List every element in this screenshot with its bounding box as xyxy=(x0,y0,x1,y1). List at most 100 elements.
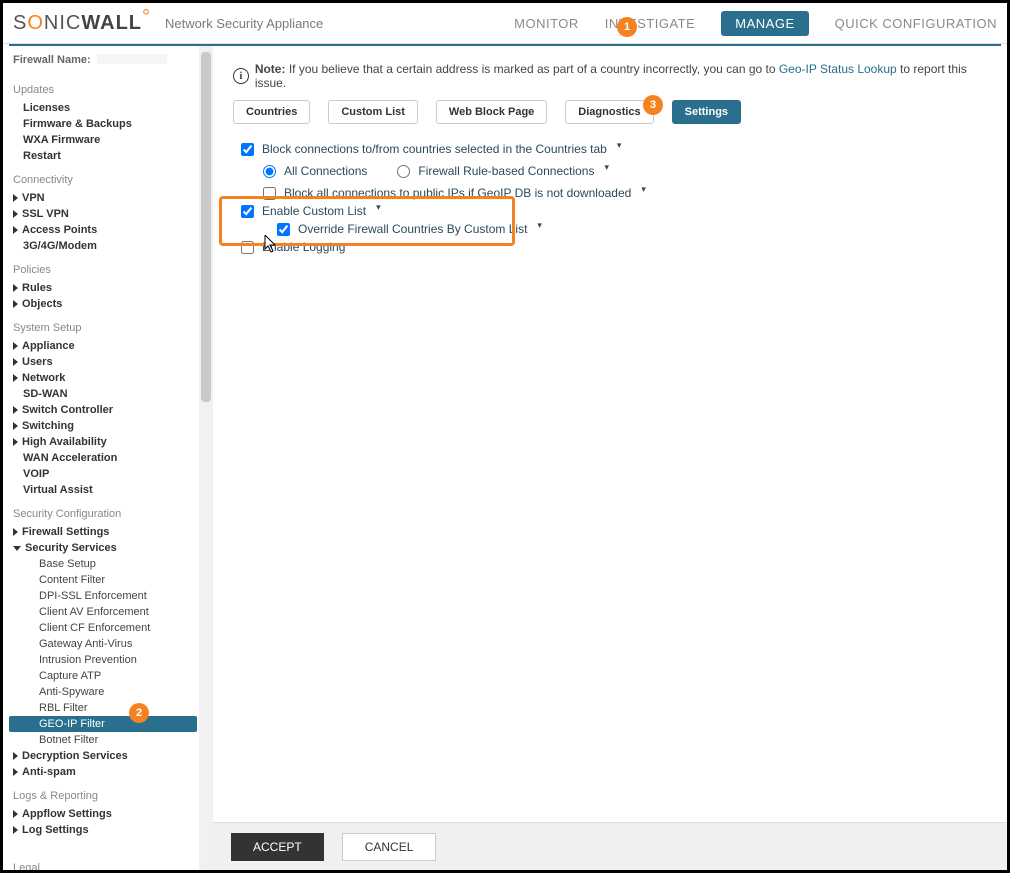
group-policies: Policies xyxy=(9,254,199,280)
tab-custom-list[interactable]: Custom List xyxy=(328,100,418,124)
chk-block-connections[interactable] xyxy=(241,143,254,156)
footer-bar: ACCEPT CANCEL xyxy=(213,822,1007,871)
chevron-right-icon xyxy=(13,210,18,218)
chevron-right-icon xyxy=(13,810,18,818)
radio-rule-based-row: Firewall Rule-based Connections▾ xyxy=(397,164,609,178)
tab-web-block-page[interactable]: Web Block Page xyxy=(436,100,547,124)
sidebar-appliance[interactable]: Appliance xyxy=(9,338,199,354)
sidebar-appflow-settings[interactable]: Appflow Settings xyxy=(9,806,199,822)
chk-block-all-public[interactable] xyxy=(263,187,276,200)
sidebar-objects[interactable]: Objects xyxy=(9,296,199,312)
sidebar-wan-acceleration[interactable]: WAN Acceleration xyxy=(9,450,199,466)
chevron-right-icon xyxy=(13,826,18,834)
subitem-intrusion-prevention[interactable]: Intrusion Prevention xyxy=(9,652,199,668)
annotation-badge-3: 3 xyxy=(643,95,663,115)
cancel-button[interactable]: CANCEL xyxy=(342,833,437,861)
accept-button[interactable]: ACCEPT xyxy=(231,833,324,861)
top-bar: SONICWALL° Network Security Appliance MO… xyxy=(3,3,1007,44)
sidebar-vpn[interactable]: VPN xyxy=(9,190,199,206)
group-security-config: Security Configuration xyxy=(9,498,199,524)
main-content: i Note: If you believe that a certain ad… xyxy=(213,46,1007,871)
opt-override-countries: Override Firewall Countries By Custom Li… xyxy=(277,222,991,236)
chevron-right-icon xyxy=(13,374,18,382)
chevron-right-icon xyxy=(13,284,18,292)
sidebar-anti-spam[interactable]: Anti-spam xyxy=(9,764,199,780)
sidebar-firewall-settings[interactable]: Firewall Settings xyxy=(9,524,199,540)
radio-rule-based[interactable] xyxy=(397,165,410,178)
group-connectivity: Connectivity xyxy=(9,164,199,190)
sidebar-wxa-firmware[interactable]: WXA Firmware xyxy=(9,132,199,148)
chevron-right-icon xyxy=(13,226,18,234)
sidebar-virtual-assist[interactable]: Virtual Assist xyxy=(9,482,199,498)
annotation-badge-2: 2 xyxy=(129,703,149,723)
subitem-anti-spyware[interactable]: Anti-Spyware xyxy=(9,684,199,700)
geo-ip-status-lookup-link[interactable]: Geo-IP Status Lookup xyxy=(779,62,897,76)
chevron-right-icon xyxy=(13,358,18,366)
tab-settings[interactable]: Settings xyxy=(672,100,741,124)
chevron-right-icon xyxy=(13,422,18,430)
sidebar-restart[interactable]: Restart xyxy=(9,148,199,164)
sidebar-network[interactable]: Network xyxy=(9,370,199,386)
chevron-right-icon xyxy=(13,342,18,350)
sidebar-sdwan[interactable]: SD-WAN xyxy=(9,386,199,402)
annotation-badge-1: 1 xyxy=(617,17,637,37)
logo: SONICWALL° xyxy=(13,12,151,35)
nav-manage[interactable]: MANAGE xyxy=(721,11,808,36)
subitem-client-av[interactable]: Client AV Enforcement xyxy=(9,604,199,620)
chevron-right-icon xyxy=(13,768,18,776)
subitem-capture-atp[interactable]: Capture ATP xyxy=(9,668,199,684)
subitem-client-cf[interactable]: Client CF Enforcement xyxy=(9,620,199,636)
sidebar-switching[interactable]: Switching xyxy=(9,418,199,434)
sidebar: Firewall Name: Updates Licenses Firmware… xyxy=(3,46,199,871)
sidebar-ssl-vpn[interactable]: SSL VPN xyxy=(9,206,199,222)
chevron-right-icon xyxy=(13,752,18,760)
chevron-right-icon xyxy=(13,438,18,446)
subitem-dpi-ssl[interactable]: DPI-SSL Enforcement xyxy=(9,588,199,604)
firewall-name: Firewall Name: xyxy=(9,52,199,74)
chevron-right-icon xyxy=(13,194,18,202)
scrollbar-thumb[interactable] xyxy=(201,52,211,402)
sidebar-scrollbar[interactable] xyxy=(199,46,213,871)
opt-block-connections: Block connections to/from countries sele… xyxy=(241,142,991,156)
sidebar-voip[interactable]: VOIP xyxy=(9,466,199,482)
appliance-subtitle: Network Security Appliance xyxy=(165,16,323,31)
subitem-gateway-av[interactable]: Gateway Anti-Virus xyxy=(9,636,199,652)
subitem-base-setup[interactable]: Base Setup xyxy=(9,556,199,572)
sidebar-decryption-services[interactable]: Decryption Services xyxy=(9,748,199,764)
sidebar-licenses[interactable]: Licenses xyxy=(9,100,199,116)
chevron-right-icon xyxy=(13,528,18,536)
nav-monitor[interactable]: MONITOR xyxy=(514,16,579,31)
tab-countries[interactable]: Countries xyxy=(233,100,310,124)
sidebar-rules[interactable]: Rules xyxy=(9,280,199,296)
chevron-down-icon xyxy=(13,546,21,551)
subitem-geo-ip-filter[interactable]: GEO-IP Filter xyxy=(9,716,197,732)
note-bar: i Note: If you believe that a certain ad… xyxy=(233,62,991,90)
sidebar-security-services[interactable]: Security Services xyxy=(9,540,199,556)
chk-override-countries[interactable] xyxy=(277,223,290,236)
sidebar-switch-controller[interactable]: Switch Controller xyxy=(9,402,199,418)
subitem-rbl-filter[interactable]: RBL Filter xyxy=(9,700,199,716)
tab-diagnostics[interactable]: Diagnostics xyxy=(565,100,653,124)
radio-all-connections-row: All Connections xyxy=(263,164,367,178)
sidebar-3g4g-modem[interactable]: 3G/4G/Modem xyxy=(9,238,199,254)
subitem-botnet-filter[interactable]: Botnet Filter xyxy=(9,732,199,748)
subtabs: Countries Custom List Web Block Page Dia… xyxy=(233,100,991,124)
sidebar-access-points[interactable]: Access Points xyxy=(9,222,199,238)
subitem-content-filter[interactable]: Content Filter xyxy=(9,572,199,588)
group-system-setup: System Setup xyxy=(9,312,199,338)
chevron-right-icon xyxy=(13,406,18,414)
sidebar-log-settings[interactable]: Log Settings xyxy=(9,822,199,838)
chk-enable-logging[interactable] xyxy=(241,241,254,254)
chk-enable-custom-list[interactable] xyxy=(241,205,254,218)
opt-block-all-public: Block all connections to public IPs if G… xyxy=(263,186,991,200)
opt-enable-logging: Enable Logging xyxy=(241,240,991,254)
group-logs-reporting: Logs & Reporting xyxy=(9,780,199,806)
sidebar-firmware-backups[interactable]: Firmware & Backups xyxy=(9,116,199,132)
sidebar-high-availability[interactable]: High Availability xyxy=(9,434,199,450)
radio-all-connections[interactable] xyxy=(263,165,276,178)
sidebar-users[interactable]: Users xyxy=(9,354,199,370)
info-icon: i xyxy=(233,68,249,84)
chevron-right-icon xyxy=(13,300,18,308)
group-legal[interactable]: Legal xyxy=(9,852,199,871)
nav-quick-config[interactable]: QUICK CONFIGURATION xyxy=(835,16,997,31)
